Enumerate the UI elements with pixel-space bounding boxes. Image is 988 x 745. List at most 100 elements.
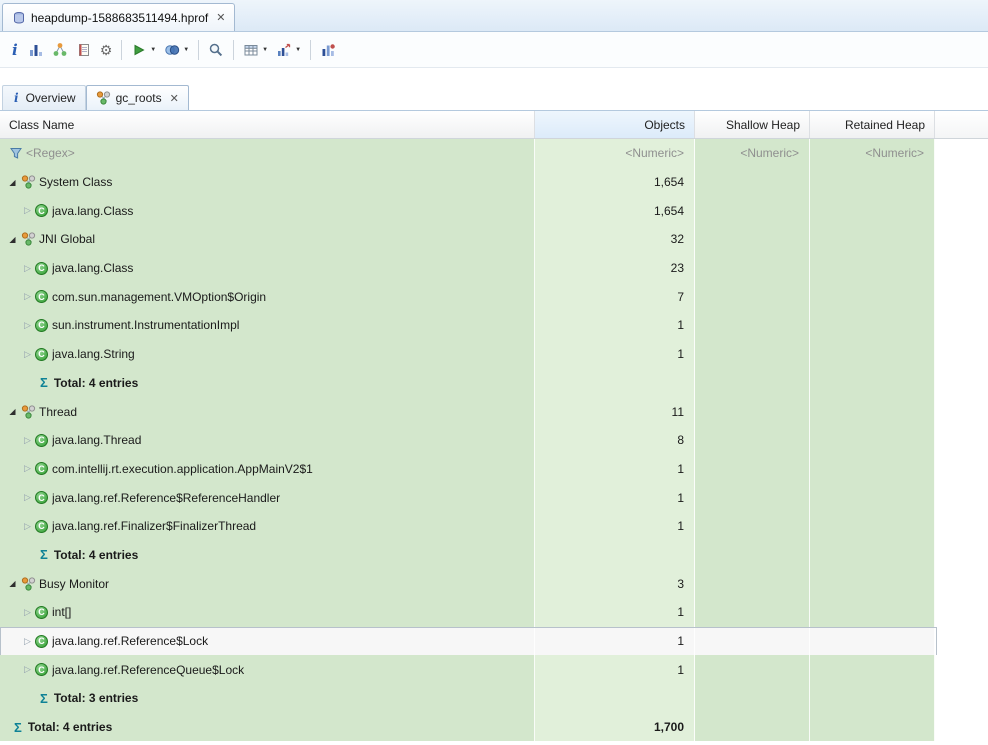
collapse-arrow-icon[interactable]: ▷ bbox=[22, 492, 33, 503]
shallow-cell bbox=[695, 511, 810, 541]
run-report-button[interactable]: ▼ bbox=[127, 39, 160, 61]
editor-tab-heapdump[interactable]: heapdump-1588683511494.hprof ✕ bbox=[2, 3, 236, 31]
table-row[interactable]: ▷ Cint[] 1 bbox=[0, 598, 988, 627]
tab-overview[interactable]: i Overview bbox=[2, 85, 86, 110]
view-tab-close-icon[interactable]: ✕ bbox=[170, 92, 179, 105]
column-header-label: Retained Heap bbox=[844, 117, 925, 132]
collapse-arrow-icon[interactable]: ▷ bbox=[22, 664, 33, 675]
shallow-cell[interactable]: <Numeric> bbox=[695, 139, 810, 168]
column-header-shallow[interactable]: Shallow Heap bbox=[695, 111, 810, 138]
table-row[interactable]: ◢ JNI Global 32 bbox=[0, 225, 988, 254]
row-filler bbox=[935, 598, 988, 627]
table-row[interactable]: Σ Total: 3 entries bbox=[0, 684, 988, 713]
objects-cell[interactable]: <Numeric> bbox=[535, 139, 695, 168]
editor-tab-close-icon[interactable]: ✕ bbox=[216, 11, 225, 24]
view-tab-bar: i Overview gc_roots ✕ bbox=[0, 84, 988, 111]
toolbar-separator bbox=[310, 39, 312, 60]
row-filler bbox=[935, 511, 988, 541]
class-icon: C bbox=[35, 433, 48, 447]
shallow-cell bbox=[695, 569, 810, 598]
view-tab-label: Overview bbox=[25, 91, 76, 105]
dominator-tree-button[interactable] bbox=[48, 39, 72, 61]
table-row[interactable]: ▷ Csun.instrument.InstrumentationImpl 1 bbox=[0, 311, 988, 340]
collapse-arrow-icon[interactable]: ▷ bbox=[22, 205, 33, 216]
collapse-arrow-icon[interactable]: ▷ bbox=[22, 263, 33, 274]
table-row[interactable]: ▷ Cjava.lang.ref.Reference$Lock 1 bbox=[0, 626, 988, 658]
table-row[interactable]: ▷ Cjava.lang.Thread 8 bbox=[0, 425, 988, 455]
class-name-cell[interactable]: <Regex> bbox=[0, 139, 535, 168]
retained-cell bbox=[810, 454, 935, 484]
objects-cell: 32 bbox=[535, 225, 695, 254]
dropdown-arrow-icon[interactable]: ▼ bbox=[150, 47, 156, 53]
query-browser-button[interactable]: ▼ bbox=[160, 39, 193, 61]
row-label: Busy Monitor bbox=[39, 576, 110, 591]
objects-cell: 1 bbox=[535, 311, 695, 340]
objects-value: 1 bbox=[677, 490, 684, 505]
expert-system-button[interactable]: ⚙ bbox=[96, 39, 117, 61]
collapse-arrow-icon[interactable]: ▷ bbox=[22, 349, 33, 360]
row-label: java.lang.ref.Reference$Lock bbox=[52, 634, 209, 649]
histogram-button[interactable] bbox=[24, 39, 48, 61]
objects-cell: 11 bbox=[535, 397, 695, 426]
objects-cell: 1,654 bbox=[535, 196, 695, 226]
collapse-arrow-icon[interactable]: ▷ bbox=[22, 291, 33, 302]
objects-cell: 1 bbox=[535, 483, 695, 512]
retained-cell[interactable]: <Numeric> bbox=[810, 139, 935, 168]
table-row[interactable]: ◢ System Class 1,654 bbox=[0, 167, 988, 197]
column-header-objects[interactable]: Objects bbox=[535, 111, 695, 138]
row-label: java.lang.Thread bbox=[52, 433, 142, 448]
table-row[interactable]: ▷ Ccom.sun.management.VMOption$Origin 7 bbox=[0, 282, 988, 312]
table-row[interactable]: ▷ Ccom.intellij.rt.execution.application.… bbox=[0, 454, 988, 484]
shallow-cell bbox=[695, 167, 810, 197]
collapse-arrow-icon[interactable]: ▷ bbox=[22, 521, 33, 532]
dropdown-arrow-icon[interactable]: ▼ bbox=[183, 47, 189, 53]
collapse-arrow-icon[interactable]: ▷ bbox=[22, 607, 33, 618]
row-filler bbox=[935, 425, 988, 455]
table-row[interactable]: Σ Total: 4 entries bbox=[0, 368, 988, 398]
table-row[interactable]: ▷ Cjava.lang.ref.ReferenceQueue$Lock 1 bbox=[0, 655, 988, 685]
table-row[interactable]: ▷ Cjava.lang.Class 1,654 bbox=[0, 196, 988, 226]
dropdown-arrow-icon[interactable]: ▼ bbox=[295, 47, 301, 53]
retained-cell bbox=[810, 655, 935, 685]
table-row[interactable]: ▷ Cjava.lang.Class 23 bbox=[0, 253, 988, 283]
oql-icon bbox=[76, 42, 92, 58]
sigma-icon: Σ bbox=[40, 690, 48, 706]
grouping-button[interactable]: ▼ bbox=[239, 39, 272, 61]
table-row[interactable]: ▷ Cjava.lang.ref.Reference$ReferenceHandl… bbox=[0, 483, 988, 512]
collapse-arrow-icon[interactable]: ▷ bbox=[22, 636, 33, 647]
table-row[interactable]: ◢ Busy Monitor 3 bbox=[0, 569, 988, 598]
table-row[interactable]: ▷ Cjava.lang.ref.Finalizer$FinalizerThrea… bbox=[0, 511, 988, 541]
dropdown-arrow-icon[interactable]: ▼ bbox=[262, 47, 268, 53]
expand-arrow-icon[interactable]: ◢ bbox=[7, 407, 18, 416]
collapse-arrow-icon[interactable]: ▷ bbox=[22, 435, 33, 446]
column-header-retained[interactable]: Retained Heap bbox=[810, 111, 935, 138]
shallow-cell bbox=[695, 598, 810, 627]
collapse-arrow-icon[interactable]: ▷ bbox=[22, 463, 33, 474]
expand-arrow-icon[interactable]: ◢ bbox=[7, 235, 18, 244]
table-row[interactable]: ◢ Thread 11 bbox=[0, 397, 988, 426]
expand-arrow-icon[interactable]: ◢ bbox=[7, 178, 18, 187]
table-row[interactable]: ▷ Cjava.lang.String 1 bbox=[0, 339, 988, 369]
retained-cell bbox=[810, 569, 935, 598]
oql-button[interactable] bbox=[72, 39, 96, 61]
collapse-arrow-icon[interactable]: ▷ bbox=[22, 320, 33, 331]
filter-row[interactable]: <Regex> <Numeric> <Numeric> <Numeric> bbox=[0, 139, 988, 168]
table-row[interactable]: Σ Total: 4 entries bbox=[0, 540, 988, 570]
export-button[interactable]: ▼ bbox=[272, 39, 305, 61]
row-filler bbox=[935, 225, 988, 254]
expand-arrow-icon[interactable]: ◢ bbox=[7, 579, 18, 588]
column-header-name[interactable]: Class Name bbox=[0, 111, 535, 138]
info-button[interactable]: i bbox=[6, 40, 24, 60]
tab-gc-roots[interactable]: gc_roots ✕ bbox=[85, 85, 189, 110]
row-filler bbox=[935, 569, 988, 598]
table-row[interactable]: Σ Total: 4 entries 1,700 bbox=[0, 712, 988, 742]
class-icon: C bbox=[35, 634, 48, 648]
search-button[interactable] bbox=[204, 39, 228, 61]
class-name-cell: Σ Total: 3 entries bbox=[0, 684, 535, 713]
compare-button[interactable] bbox=[316, 39, 340, 61]
